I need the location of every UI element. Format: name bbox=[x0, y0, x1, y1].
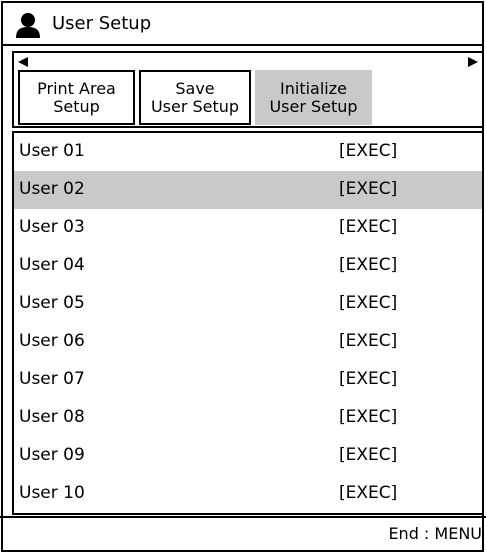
tab-initialize-user-setup[interactable]: Initialize User Setup bbox=[255, 70, 372, 125]
list-item-user-02[interactable]: User 02 [EXEC] bbox=[14, 171, 482, 209]
list-item-user-10[interactable]: User 10 [EXEC] bbox=[14, 475, 482, 513]
list-item-user-04[interactable]: User 04 [EXEC] bbox=[14, 247, 482, 285]
list-item-user-08[interactable]: User 08 [EXEC] bbox=[14, 399, 482, 437]
list-item-user-09[interactable]: User 09 [EXEC] bbox=[14, 437, 482, 475]
tab-strip: Print Area Setup Save User Setup Initial… bbox=[12, 51, 482, 128]
user-name: User 08 bbox=[19, 407, 85, 427]
user-name: User 02 bbox=[19, 179, 85, 199]
tab-print-area-setup[interactable]: Print Area Setup bbox=[18, 70, 135, 125]
exec-button[interactable]: [EXEC] bbox=[339, 407, 397, 427]
exec-button[interactable]: [EXEC] bbox=[339, 445, 397, 465]
scroll-right-arrow-icon[interactable] bbox=[468, 57, 478, 67]
user-list: User 01 [EXEC] User 02 [EXEC] User 03 [E… bbox=[12, 131, 482, 515]
footer-hint: End : MENU bbox=[388, 524, 482, 543]
user-name: User 05 bbox=[19, 293, 85, 313]
tab-label-line2: User Setup bbox=[150, 96, 240, 116]
exec-button[interactable]: [EXEC] bbox=[339, 369, 397, 389]
user-name: User 01 bbox=[19, 141, 85, 161]
tab-label-line1: Save bbox=[175, 78, 215, 98]
title-bar: User Setup bbox=[3, 3, 482, 46]
exec-button[interactable]: [EXEC] bbox=[339, 179, 397, 199]
tab-label-line1: Initialize bbox=[280, 78, 347, 98]
tab-label-line2: Setup bbox=[53, 96, 100, 116]
user-name: User 09 bbox=[19, 445, 85, 465]
exec-button[interactable]: [EXEC] bbox=[339, 217, 397, 237]
tab-save-user-setup[interactable]: Save User Setup bbox=[139, 70, 251, 125]
user-name: User 04 bbox=[19, 255, 85, 275]
list-item-user-06[interactable]: User 06 [EXEC] bbox=[14, 323, 482, 361]
tab-label-line2: User Setup bbox=[269, 96, 358, 116]
list-item-user-05[interactable]: User 05 [EXEC] bbox=[14, 285, 482, 323]
exec-button[interactable]: [EXEC] bbox=[339, 331, 397, 351]
list-item-user-03[interactable]: User 03 [EXEC] bbox=[14, 209, 482, 247]
exec-button[interactable]: [EXEC] bbox=[339, 255, 397, 275]
exec-button[interactable]: [EXEC] bbox=[339, 293, 397, 313]
user-name: User 03 bbox=[19, 217, 85, 237]
user-icon bbox=[16, 13, 40, 38]
user-name: User 06 bbox=[19, 331, 85, 351]
user-name: User 10 bbox=[19, 483, 85, 503]
exec-button[interactable]: [EXEC] bbox=[339, 141, 397, 161]
list-item-user-07[interactable]: User 07 [EXEC] bbox=[14, 361, 482, 399]
tab-label-line1: Print Area bbox=[37, 78, 116, 98]
footer-divider bbox=[0, 516, 486, 518]
scroll-left-arrow-icon[interactable] bbox=[18, 57, 28, 67]
window-title: User Setup bbox=[52, 13, 152, 34]
list-item-user-01[interactable]: User 01 [EXEC] bbox=[14, 133, 482, 171]
exec-button[interactable]: [EXEC] bbox=[339, 483, 397, 503]
user-name: User 07 bbox=[19, 369, 85, 389]
